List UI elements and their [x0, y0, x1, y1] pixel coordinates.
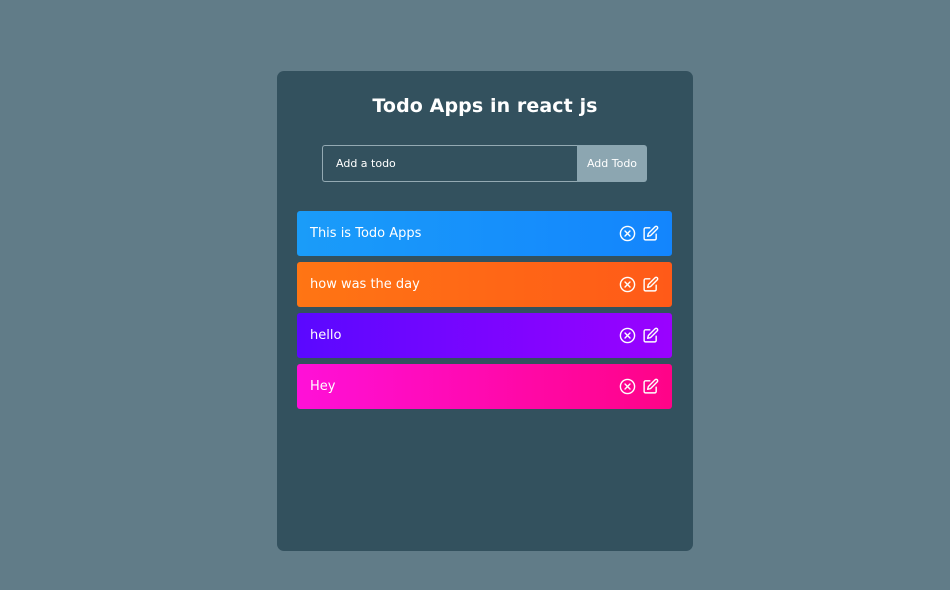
todo-item-text[interactable]: This is Todo Apps — [310, 226, 421, 241]
close-circle-icon[interactable] — [619, 276, 636, 293]
todo-item[interactable]: how was the day — [297, 262, 672, 307]
todo-item-text[interactable]: how was the day — [310, 277, 420, 292]
add-todo-button[interactable]: Add Todo — [577, 145, 647, 182]
edit-icon[interactable] — [642, 276, 659, 293]
todo-item-actions — [619, 225, 659, 242]
page-title: Todo Apps in react js — [372, 95, 598, 117]
todo-item-actions — [619, 327, 659, 344]
todo-input[interactable] — [322, 145, 577, 182]
close-circle-icon[interactable] — [619, 327, 636, 344]
todo-item-text[interactable]: hello — [310, 328, 341, 343]
edit-icon[interactable] — [642, 327, 659, 344]
todo-list: This is Todo Apps how was the day hello … — [297, 211, 672, 415]
close-circle-icon[interactable] — [619, 378, 636, 395]
close-circle-icon[interactable] — [619, 225, 636, 242]
todo-item[interactable]: This is Todo Apps — [297, 211, 672, 256]
todo-item[interactable]: Hey — [297, 364, 672, 409]
todo-item-actions — [619, 378, 659, 395]
edit-icon[interactable] — [642, 378, 659, 395]
todo-app-card: Todo Apps in react js Add Todo This is T… — [277, 71, 693, 551]
todo-item-actions — [619, 276, 659, 293]
todo-item[interactable]: hello — [297, 313, 672, 358]
todo-form: Add Todo — [322, 145, 647, 182]
todo-item-text[interactable]: Hey — [310, 379, 335, 394]
edit-icon[interactable] — [642, 225, 659, 242]
